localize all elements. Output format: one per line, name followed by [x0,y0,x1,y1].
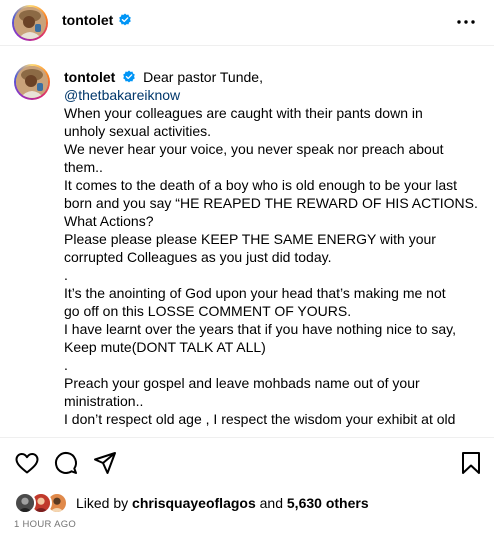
caption-line: It comes to the death of a boy who is ol… [64,177,458,193]
heart-icon[interactable] [14,450,40,476]
likes-others-count[interactable]: 5,630 others [287,495,369,511]
caption-line: I don’t respect old age , I respect the … [64,411,456,427]
post-header: tontolet [0,0,494,46]
post-timestamp[interactable]: 1 HOUR AGO [14,519,76,530]
caption-line: corrupted Colleagues as you just did tod… [64,249,332,265]
caption-line: Keep mute(DONT TALK AT ALL) [64,339,266,355]
paper-plane-icon[interactable] [92,450,118,476]
profile-avatar[interactable] [12,5,48,41]
caption-line: It’s the anointing of God upon your head… [64,285,446,301]
caption-first-line: tontolet Dear pastor Tunde, [64,68,484,86]
caption-text: tontolet Dear pastor Tunde, @thetbakarei… [64,68,484,428]
caption-username[interactable]: tontolet [64,69,115,85]
verified-badge-icon [118,13,132,27]
caption-line: . [64,357,68,373]
likes-summary: Liked by chrisquayeoflagos and 5,630 oth… [14,492,369,514]
caption-line: Preach your gospel and leave mohbads nam… [64,375,420,391]
caption-verified-icon [122,70,136,84]
likes-prefix: Liked by [76,495,129,511]
caption-line: Please please please KEEP THE SAME ENERG… [64,231,436,247]
bookmark-icon[interactable] [458,450,484,476]
caption-mention-link[interactable]: @thetbakareiknow [64,86,484,104]
caption-line: I have learnt over the years that if you… [64,321,456,337]
liker-avatars [14,492,68,514]
caption-line: When your colleagues are caught with the… [64,105,423,121]
action-bar [0,450,494,480]
liker-avatar[interactable] [14,492,36,514]
header-username[interactable]: tontolet [62,12,113,28]
avatar-photo [14,7,46,39]
caption-avatar-photo [16,66,48,98]
caption-line: . [64,267,68,283]
likes-conjunction: and [259,495,283,511]
caption-line: Dear pastor Tunde, [143,69,263,85]
section-divider [0,437,494,438]
comment-icon[interactable] [53,450,79,476]
caption-line: We never hear your voice, you never spea… [64,141,444,157]
caption-avatar[interactable] [14,64,50,100]
more-options-icon[interactable] [456,14,476,30]
caption-line: born and you say “HE REAPED THE REWARD O… [64,195,478,211]
caption-line: unholy sexual activities. [64,123,212,139]
caption-line: ministration.. [64,393,144,409]
caption-line: What Actions? [64,213,154,229]
liked-by-username[interactable]: chrisquayeoflagos [132,495,256,511]
caption-line: go off on this LOSSE COMMENT OF YOURS. [64,303,352,319]
caption-line: them.. [64,159,103,175]
header-username-group: tontolet [62,12,132,28]
